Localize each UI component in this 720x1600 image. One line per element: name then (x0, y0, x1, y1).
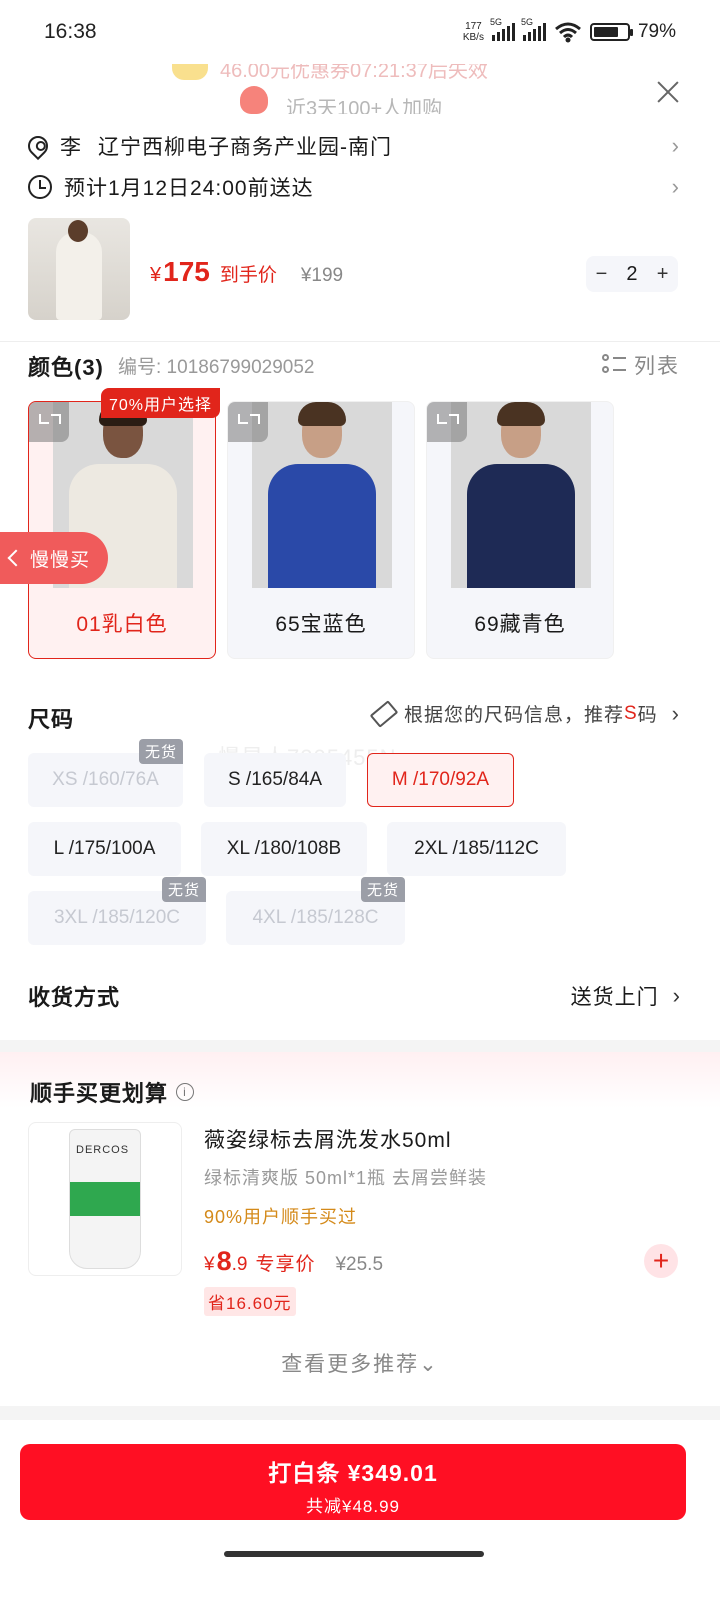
quantity-value[interactable]: 2 (626, 263, 637, 286)
recommend-original-price: ¥25.5 (335, 1254, 384, 1275)
jacket-swatch-1 (268, 464, 376, 588)
increase-button[interactable]: + (657, 263, 669, 286)
out-of-stock-tag: 无货 (138, 739, 183, 764)
recommend-social-proof: 90%用户顺手买过 (204, 1207, 358, 1227)
status-bar: 16:38 177 KB/s 5G 5G 79% (0, 0, 720, 64)
pay-with-baitiao-button[interactable]: 打白条 ¥349.01 共减¥48.99 (20, 1444, 686, 1520)
slow-buy-button[interactable]: 慢慢买 (0, 532, 108, 584)
expand-icon[interactable] (427, 402, 467, 442)
sku-number: 编号: 10186799029052 (118, 357, 315, 378)
banner-coupon-text: 46.00元优惠券07:21:37后失效 (220, 64, 488, 82)
section-gap (0, 1406, 720, 1420)
size-section-title: 尺码 (28, 707, 75, 732)
wifi-icon (555, 22, 581, 43)
status-time: 16:38 (44, 20, 97, 43)
address-location: 辽宁西柳电子商务产业园-南门 (98, 136, 392, 159)
status-icons: 177 KB/s 5G 5G 79% (462, 17, 676, 43)
network-speed: 177 KB/s (462, 21, 484, 43)
color-option-image (451, 402, 591, 588)
recommend-item-name[interactable]: 薇姿绿标去屑洗发水50ml (204, 1124, 452, 1154)
jacket-swatch-2 (467, 464, 575, 588)
section-gap (0, 1040, 720, 1052)
fire-icon (240, 86, 268, 114)
size-option-l[interactable]: L /175/100A (28, 822, 181, 876)
chevron-left-icon (7, 549, 25, 567)
battery-percent: 79% (637, 21, 676, 42)
product-thumbnail[interactable] (28, 218, 130, 320)
battery-icon (589, 23, 633, 41)
expand-icon[interactable] (228, 402, 268, 442)
popular-choice-badge: 70%用户选择 (101, 388, 221, 418)
size-option-m[interactable]: M /170/92A (367, 753, 514, 807)
clock-icon (28, 175, 52, 199)
list-icon (602, 354, 626, 376)
original-price: ¥199 (300, 265, 344, 286)
size-option-3xl[interactable]: 3XL /185/120C 无货 (28, 877, 206, 945)
list-view-toggle[interactable]: 列表 (602, 350, 680, 380)
size-option-xl[interactable]: XL /180/108B (201, 822, 367, 876)
product-price: ¥ 175 到手价 ¥199 (150, 256, 344, 287)
recommend-item-price: ¥ 8 .9 专享价 ¥25.5 (204, 1246, 384, 1276)
out-of-stock-tag: 无货 (360, 877, 405, 902)
signal-icon: 5G (490, 17, 515, 41)
color-option-image (252, 402, 392, 588)
size-recommendation[interactable]: 根据您的尺码信息，推荐 S 码 › (369, 699, 680, 728)
size-option-xs[interactable]: XS /160/76A 无货 (28, 739, 183, 807)
color-option-name: 69藏青色 (474, 613, 566, 636)
coupon-icon (172, 64, 208, 80)
receive-method-row[interactable]: 收货方式 送货上门 › (28, 980, 680, 1012)
add-to-order-button[interactable]: + (644, 1244, 678, 1278)
delivery-estimate-row[interactable]: 预计1月12日24:00前送达 › (28, 169, 680, 205)
savings-badge: 省16.60元 (204, 1287, 296, 1316)
recommend-title: 顺手买更划算 i (30, 1076, 195, 1108)
close-icon[interactable] (654, 78, 682, 106)
pay-button-discount: 共减¥48.99 (306, 1497, 400, 1516)
see-more-recommendations[interactable]: 查看更多推荐⌄ (0, 1348, 720, 1378)
chevron-right-icon: › (672, 983, 680, 1008)
out-of-stock-tag: 无货 (161, 877, 206, 902)
chevron-right-icon: › (671, 174, 680, 199)
recommend-item-image[interactable]: DERCOS (28, 1122, 182, 1276)
color-option-royal-blue[interactable]: 65宝蓝色 (227, 401, 415, 659)
size-option-4xl[interactable]: 4XL /185/128C 无货 (226, 877, 405, 945)
color-option-navy[interactable]: 69藏青色 (426, 401, 614, 659)
info-icon[interactable]: i (176, 1083, 195, 1101)
recommend-item-spec: 绿标清爽版 50ml*1瓶 去屑尝鲜装 (204, 1168, 488, 1188)
address-name: 李 (60, 136, 82, 159)
chevron-right-icon: › (671, 700, 680, 726)
final-price: 175 (163, 256, 210, 287)
ruler-icon (369, 699, 399, 728)
expand-icon[interactable] (29, 402, 69, 442)
location-pin-icon (23, 131, 53, 161)
delivery-estimate: 预计1月12日24:00前送达 (64, 177, 314, 200)
address-row[interactable]: 李 辽宁西柳电子商务产业园-南门 › (23, 128, 680, 164)
brand-logo: DERCOS (76, 1144, 130, 1156)
receive-method-title: 收货方式 (28, 985, 121, 1010)
banner-cart-text: 近3天100+人加购 (286, 98, 443, 114)
color-section-title: 颜色(3) (28, 355, 104, 380)
promo-banner: 46.00元优惠券07:21:37后失效 近3天100+人加购 (0, 64, 720, 114)
receive-method-value: 送货上门 (570, 986, 659, 1009)
chevron-right-icon: › (671, 133, 680, 158)
pay-button-label: 打白条 ¥349.01 (268, 1460, 438, 1486)
quantity-stepper: − 2 + (586, 256, 678, 292)
size-option-2xl[interactable]: 2XL /185/112C (387, 822, 566, 876)
color-option-milky-white[interactable]: 01乳白色 (28, 401, 216, 659)
color-option-name: 01乳白色 (76, 613, 168, 636)
home-indicator[interactable] (224, 1551, 484, 1557)
signal-icon-2: 5G (521, 17, 546, 41)
decrease-button[interactable]: − (596, 263, 608, 286)
final-price-label: 到手价 (219, 265, 277, 286)
size-option-s[interactable]: S /165/84A (204, 753, 346, 807)
divider (0, 341, 720, 342)
color-option-name: 65宝蓝色 (275, 613, 367, 636)
